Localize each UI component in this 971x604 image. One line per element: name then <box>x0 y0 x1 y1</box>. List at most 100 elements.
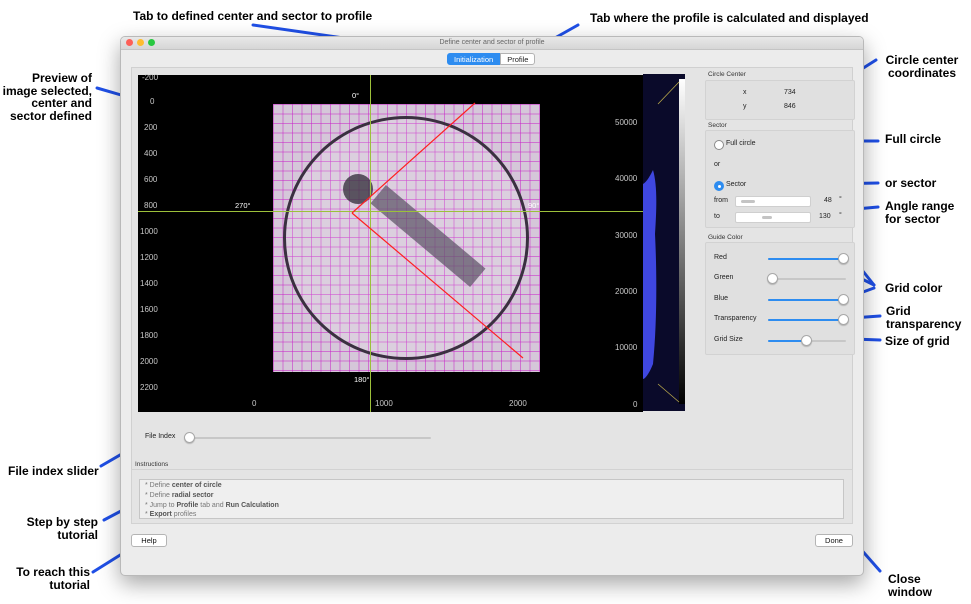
help-button[interactable]: Help <box>131 534 167 547</box>
circle-center-box: x 734 y 846 <box>705 80 855 120</box>
instruction-mid: tab and <box>198 501 226 509</box>
annotation-step-by-step-line: tutorial <box>57 527 98 542</box>
y-tick: -200 <box>142 73 159 82</box>
full-circle-radio[interactable] <box>714 140 724 150</box>
annotation-preview-line: Preview of <box>31 71 92 85</box>
from-label: from <box>714 197 728 204</box>
annotation-to-reach-line: To reach this <box>16 565 90 579</box>
tab-profile[interactable]: Profile <box>500 53 536 65</box>
y-tick: 1400 <box>140 279 158 288</box>
instruction-bold: radial sector <box>171 491 214 499</box>
to-unit: ° <box>839 212 842 219</box>
y-tick: 1600 <box>140 305 158 314</box>
annotation-circle-center-line: coordinates <box>887 65 956 80</box>
annotation-grid-color: Grid color <box>885 281 943 295</box>
done-button[interactable]: Done <box>815 534 853 547</box>
annotation-file-index-slider: File index slider <box>8 464 99 478</box>
instruction-bold: Export <box>149 511 172 519</box>
x-tick: 2000 <box>509 399 527 408</box>
annotation-close-window: Close window <box>888 573 932 598</box>
guide-color-label: Guide Color <box>708 234 743 241</box>
center-x-value[interactable]: 734 <box>784 89 796 96</box>
tab-bar: Initialization Profile <box>447 53 536 65</box>
annotation-or-sector: or sector <box>885 176 937 190</box>
annotation-preview: Preview of image selected, center and se… <box>2 72 92 122</box>
angle-label-bottom: 180° <box>354 375 370 384</box>
x-tick: 1000 <box>375 399 393 408</box>
annotation-preview-line: center and <box>31 96 92 110</box>
angle-label-top: 0° <box>352 91 360 100</box>
from-value: 48 <box>824 197 832 204</box>
from-unit: ° <box>839 196 842 203</box>
red-slider-label: Red <box>714 254 727 261</box>
from-slider-field[interactable] <box>735 196 811 207</box>
to-label: to <box>714 213 720 220</box>
annotation-angle-range: Angle range for sector <box>885 200 954 225</box>
tab-initialization[interactable]: Initialization <box>447 53 501 65</box>
file-index-slider-track[interactable] <box>185 437 431 439</box>
to-value: 130 <box>819 213 831 220</box>
app-window: Define center and sector of profile Init… <box>120 36 864 576</box>
annotation-tab-profile: Tab where the profile is calculated and … <box>590 11 869 25</box>
green-slider-label: Green <box>714 274 734 281</box>
to-slider-handle[interactable] <box>762 216 772 219</box>
y-tick: 0 <box>150 97 155 106</box>
y-tick: 1000 <box>140 227 158 236</box>
to-slider-field[interactable] <box>735 212 811 223</box>
green-slider-track[interactable] <box>768 278 846 280</box>
annotation-size-of-grid: Size of grid <box>885 334 950 348</box>
window-title: Define center and sector of profile <box>439 39 545 46</box>
transparency-slider-label: Transparency <box>714 315 757 322</box>
center-y-value[interactable]: 846 <box>784 103 796 110</box>
histogram[interactable] <box>643 74 685 411</box>
sector-option-label: Sector <box>726 181 747 188</box>
transparency-slider-track[interactable] <box>768 319 846 321</box>
sector-section-label: Sector <box>708 122 727 129</box>
red-slider-knob[interactable] <box>838 253 849 264</box>
histogram-tick: 20000 <box>615 287 638 296</box>
instructions-text: * Define center of circle * Define radia… <box>139 479 844 519</box>
image-preview[interactable]: 0° 270° 90° 180° -200 0 200 400 600 800 … <box>138 73 643 412</box>
blue-slider-track[interactable] <box>768 299 846 301</box>
y-tick: 400 <box>144 149 158 158</box>
red-slider-track[interactable] <box>768 258 846 260</box>
annotation-step-by-step: Step by step tutorial <box>8 516 98 541</box>
histogram-tick: 10000 <box>615 343 638 352</box>
green-slider-knob[interactable] <box>767 273 778 284</box>
file-index-label: File Index <box>145 433 176 440</box>
sector-box: Full circle or Sector from 48 ° to 130 ° <box>705 130 855 228</box>
y-tick: 1800 <box>140 331 158 340</box>
annotation-close-window-line: window <box>888 584 932 599</box>
instruction-line: * Export profiles <box>145 510 838 520</box>
annotation-to-reach: To reach this tutorial <box>0 566 90 591</box>
guide-color-box: Red Green Blue Transparency Grid Size <box>705 242 855 355</box>
center-y-label: y <box>743 103 747 110</box>
transparency-slider-fill <box>768 319 846 321</box>
instruction-line: * Define radial sector <box>145 491 838 501</box>
title-bar: Define center and sector of profile <box>121 37 863 50</box>
y-tick: 1200 <box>140 253 158 262</box>
from-slider-handle[interactable] <box>741 200 755 203</box>
instruction-mid: profiles <box>171 511 197 519</box>
y-tick: 2000 <box>140 357 158 366</box>
center-x-label: x <box>743 89 747 96</box>
transparency-slider-knob[interactable] <box>838 314 849 325</box>
grid-size-slider-knob[interactable] <box>801 335 812 346</box>
sector-radio[interactable] <box>714 181 724 191</box>
annotation-to-reach-line: tutorial <box>49 577 90 592</box>
angle-label-right: 90° <box>528 201 540 210</box>
annotation-angle-range-line: for sector <box>885 211 941 226</box>
red-slider-fill <box>768 258 846 260</box>
file-index-slider-knob[interactable] <box>184 432 195 443</box>
circle-center-label: Circle Center <box>708 71 746 78</box>
angle-label-left: 270° <box>235 201 251 210</box>
blue-slider-label: Blue <box>714 295 729 302</box>
annotation-close-window-line: Close <box>888 572 921 586</box>
annotation-grid-transparency: Grid transparency <box>886 305 961 330</box>
instruction-bold: Profile <box>176 501 199 509</box>
annotation-circle-center-line: Circle center <box>885 53 959 67</box>
annotation-step-by-step-line: Step by step <box>26 515 98 529</box>
annotation-grid-transparency-line: Grid <box>886 304 911 318</box>
instructions-label: Instructions <box>135 461 169 468</box>
blue-slider-knob[interactable] <box>838 294 849 305</box>
